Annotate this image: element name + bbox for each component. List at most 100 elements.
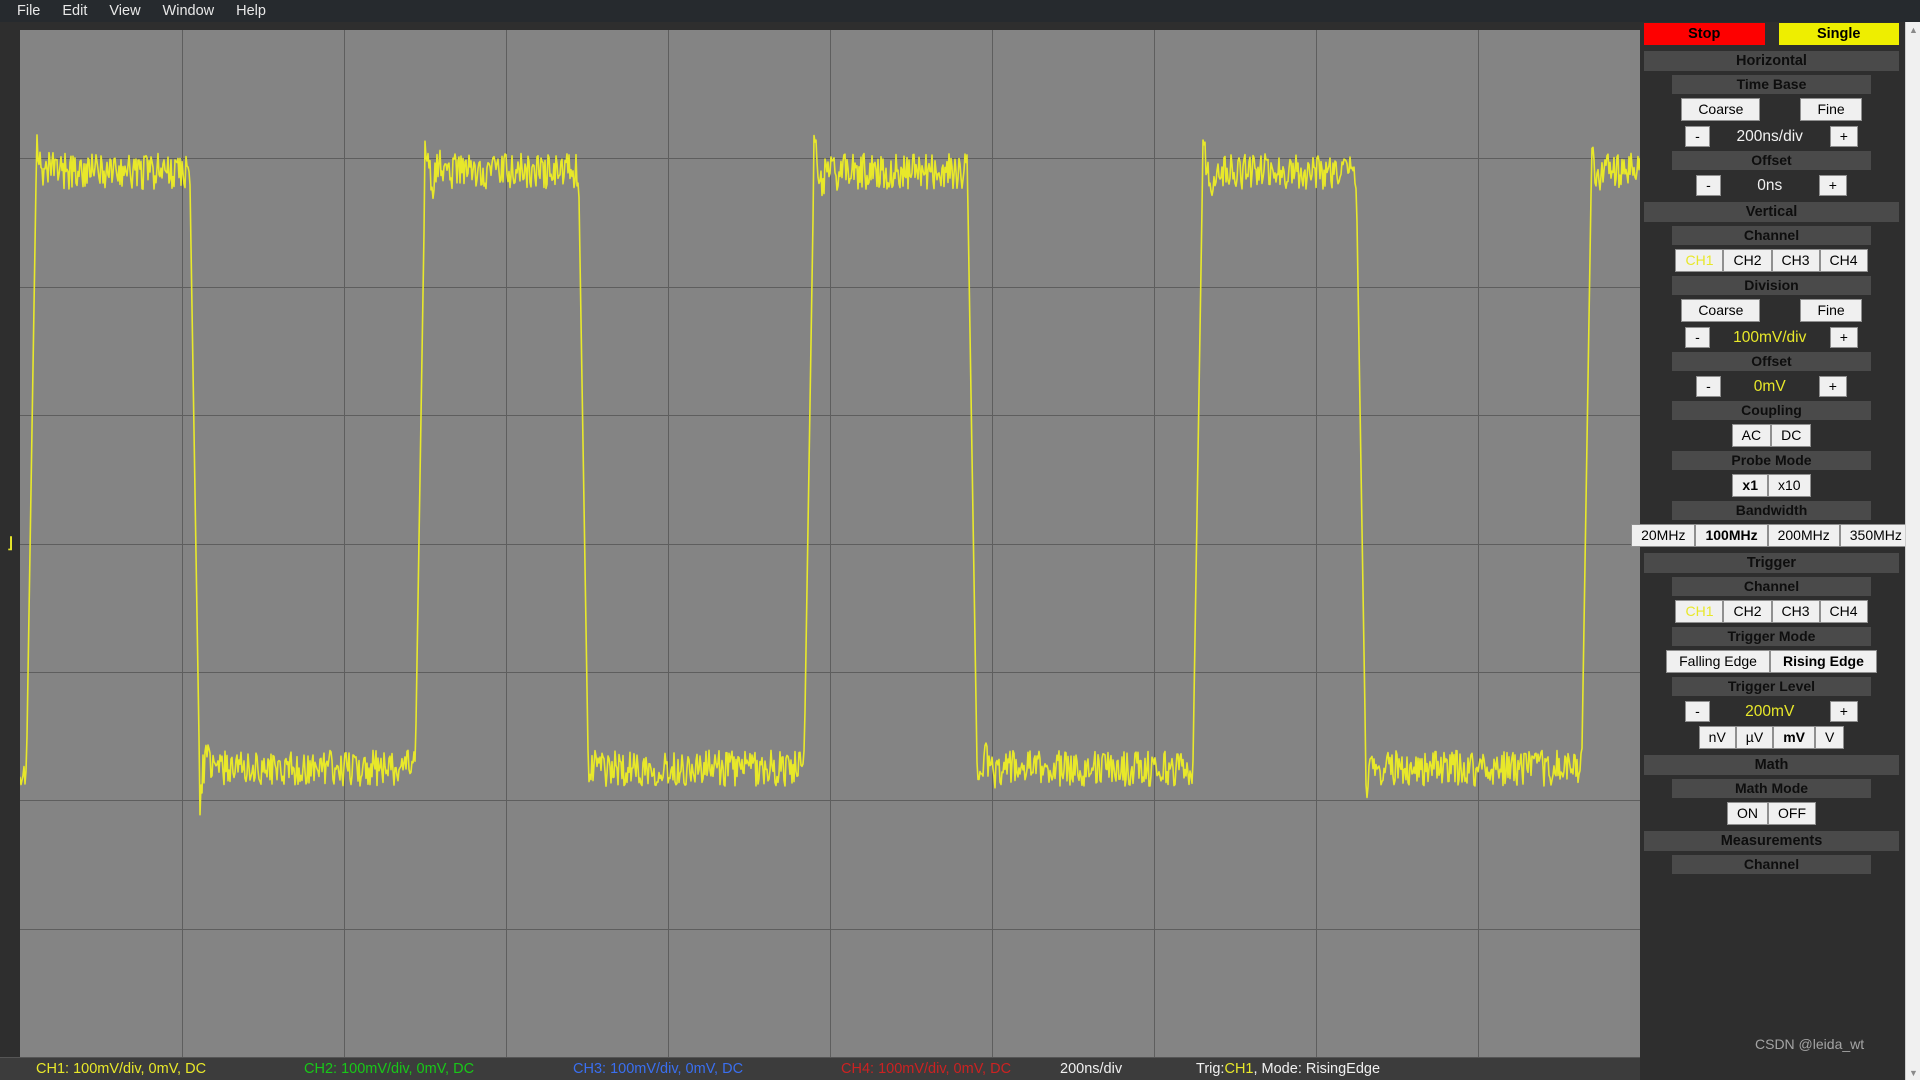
probe-x10-button[interactable]: x10: [1768, 474, 1811, 497]
vertical-offset-label: Offset: [1672, 352, 1871, 371]
trigger-unit-nv-button[interactable]: nV: [1698, 726, 1736, 749]
horizontal-offset-label: Offset: [1672, 151, 1871, 170]
vertical-section-title: Vertical: [1644, 202, 1899, 222]
trigger-level-value: 200mV: [1745, 702, 1795, 720]
status-ch1: CH1: 100mV/div, 0mV, DC: [36, 1061, 207, 1077]
bandwidth-20mhz-button[interactable]: 20MHz: [1631, 524, 1696, 547]
bandwidth-selector: 20MHz 100MHz 200MHz 350MHz: [1631, 524, 1912, 547]
measurements-channel-label: Channel: [1672, 855, 1871, 874]
scroll-down-icon[interactable]: ▼: [1906, 1065, 1920, 1080]
timebase-step-mode: Coarse Fine: [1644, 98, 1899, 121]
coupling-label: Coupling: [1672, 401, 1871, 420]
timebase-increase-button[interactable]: +: [1829, 126, 1858, 147]
menu-bar: File Edit View Window Help: [0, 0, 1920, 22]
scroll-up-icon[interactable]: ▲: [1906, 22, 1920, 37]
status-trigger-suffix: , Mode: RisingEdge: [1253, 1061, 1381, 1077]
coupling-selector: AC DC: [1644, 424, 1899, 447]
probe-mode-label: Probe Mode: [1672, 451, 1871, 470]
trigger-level-decrease-button[interactable]: -: [1685, 701, 1710, 722]
vertical-division-label: Division: [1672, 276, 1871, 295]
vertical-step-mode: Coarse Fine: [1644, 299, 1899, 322]
vertical-offset-increase-button[interactable]: +: [1818, 376, 1847, 397]
status-ch3: CH3: 100mV/div, 0mV, DC: [573, 1061, 744, 1077]
vertical-channel-label: Channel: [1672, 226, 1871, 245]
probe-x1-button[interactable]: x1: [1732, 474, 1768, 497]
acquisition-controls: Stop Single: [1644, 23, 1899, 45]
trigger-unit-uv-button[interactable]: µV: [1735, 726, 1774, 749]
trigger-level-row: - 200mV +: [1644, 701, 1899, 722]
trigger-channel-ch2[interactable]: CH2: [1723, 600, 1772, 623]
waveform-display-area[interactable]: ⌋: [0, 22, 1640, 1057]
math-section-title: Math: [1644, 755, 1899, 775]
menu-item-window[interactable]: Window: [152, 0, 226, 22]
timebase-label: Time Base: [1672, 75, 1871, 94]
bandwidth-350mhz-button[interactable]: 350MHz: [1839, 524, 1912, 547]
math-on-button[interactable]: ON: [1727, 802, 1768, 825]
menu-item-file[interactable]: File: [6, 0, 51, 22]
vertical-division-decrease-button[interactable]: -: [1685, 327, 1710, 348]
coupling-ac-button[interactable]: AC: [1731, 424, 1772, 447]
math-off-button[interactable]: OFF: [1768, 802, 1816, 825]
waveform-plot[interactable]: [20, 30, 1640, 1057]
single-button[interactable]: Single: [1778, 23, 1899, 45]
vertical-channel-ch3[interactable]: CH3: [1771, 249, 1820, 272]
status-trigger-channel: CH1: [1224, 1061, 1254, 1077]
trigger-channel-ch4[interactable]: CH4: [1819, 600, 1868, 623]
timebase-fine-button[interactable]: Fine: [1800, 98, 1862, 121]
probe-mode-selector: x1 x10: [1644, 474, 1899, 497]
math-mode-label: Math Mode: [1672, 779, 1871, 798]
trigger-channel-ch3[interactable]: CH3: [1771, 600, 1820, 623]
vertical-channel-ch2[interactable]: CH2: [1723, 249, 1772, 272]
trigger-mode-selector: Falling Edge Rising Edge: [1644, 650, 1899, 673]
vertical-division-value: 100mV/div: [1733, 328, 1807, 346]
timebase-coarse-button[interactable]: Coarse: [1681, 98, 1761, 121]
vertical-division-increase-button[interactable]: +: [1829, 327, 1858, 348]
timebase-value-row: - 200ns/div +: [1644, 126, 1899, 147]
measurements-section-title: Measurements: [1644, 831, 1899, 851]
horizontal-offset-increase-button[interactable]: +: [1818, 175, 1847, 196]
vertical-channel-ch4[interactable]: CH4: [1819, 249, 1868, 272]
bandwidth-label: Bandwidth: [1672, 501, 1871, 520]
trigger-unit-mv-button[interactable]: mV: [1773, 726, 1815, 749]
horizontal-section-title: Horizontal: [1644, 51, 1899, 71]
trigger-section-title: Trigger: [1644, 553, 1899, 573]
horizontal-offset-row: - 0ns +: [1644, 175, 1899, 196]
trigger-unit-selector: nV µV mV V: [1644, 726, 1899, 749]
ch1-waveform-trace: [20, 30, 1640, 1057]
ch1-ground-marker[interactable]: ⌋: [2, 535, 18, 552]
vertical-channel-selector: CH1 CH2 CH3 CH4: [1644, 249, 1899, 272]
menu-item-view[interactable]: View: [98, 0, 151, 22]
trigger-channel-ch1[interactable]: CH1: [1675, 600, 1724, 623]
trigger-rising-edge-button[interactable]: Rising Edge: [1769, 650, 1877, 673]
panel-scrollbar[interactable]: ▲ ▼: [1905, 22, 1920, 1080]
horizontal-offset-value: 0ns: [1757, 176, 1783, 194]
menu-item-edit[interactable]: Edit: [51, 0, 98, 22]
status-timebase: 200ns/div: [1060, 1061, 1123, 1077]
vertical-channel-ch1[interactable]: CH1: [1675, 249, 1724, 272]
trigger-channel-label: Channel: [1672, 577, 1871, 596]
trigger-falling-edge-button[interactable]: Falling Edge: [1666, 650, 1770, 673]
control-panel: Stop Single Horizontal Time Base Coarse …: [1631, 22, 1912, 1080]
status-trigger: Trig:CH1, Mode: RisingEdge: [1196, 1058, 1380, 1080]
vertical-offset-value: 0mV: [1753, 377, 1786, 395]
oscilloscope-app: File Edit View Window Help ⌋ CH1: 100mV/…: [0, 0, 1920, 1080]
vertical-offset-row: - 0mV +: [1644, 376, 1899, 397]
math-mode-selector: ON OFF: [1644, 802, 1899, 825]
trigger-mode-label: Trigger Mode: [1672, 627, 1871, 646]
bandwidth-100mhz-button[interactable]: 100MHz: [1695, 524, 1768, 547]
status-ch2: CH2: 100mV/div, 0mV, DC: [304, 1061, 475, 1077]
timebase-decrease-button[interactable]: -: [1685, 126, 1710, 147]
vertical-offset-decrease-button[interactable]: -: [1696, 376, 1721, 397]
status-bar: CH1: 100mV/div, 0mV, DC CH2: 100mV/div, …: [0, 1057, 1640, 1080]
bandwidth-200mhz-button[interactable]: 200MHz: [1767, 524, 1840, 547]
vertical-fine-button[interactable]: Fine: [1800, 299, 1862, 322]
vertical-coarse-button[interactable]: Coarse: [1681, 299, 1761, 322]
trigger-level-label: Trigger Level: [1672, 677, 1871, 696]
menu-item-help[interactable]: Help: [225, 0, 277, 22]
trigger-unit-v-button[interactable]: V: [1814, 726, 1845, 749]
stop-button[interactable]: Stop: [1644, 23, 1765, 45]
trigger-level-increase-button[interactable]: +: [1829, 701, 1858, 722]
horizontal-offset-decrease-button[interactable]: -: [1696, 175, 1721, 196]
coupling-dc-button[interactable]: DC: [1771, 424, 1812, 447]
timebase-value: 200ns/div: [1736, 127, 1803, 145]
